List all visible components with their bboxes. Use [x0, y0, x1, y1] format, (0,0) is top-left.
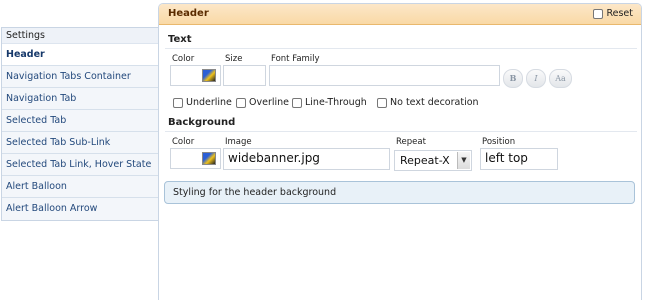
- background-image-label: Image: [225, 137, 252, 147]
- overline-option[interactable]: Overline: [236, 97, 289, 108]
- reset-label: Reset: [606, 8, 633, 19]
- text-section-title: Text: [168, 34, 192, 45]
- background-color-label: Color: [172, 137, 195, 147]
- background-section-title: Background: [168, 117, 236, 128]
- text-color-field[interactable]: [170, 65, 221, 86]
- background-position-input[interactable]: left top: [480, 148, 558, 170]
- checkbox-icon[interactable]: [173, 97, 183, 108]
- background-repeat-value: Repeat-X: [400, 154, 450, 167]
- property-description: Styling for the header background: [164, 181, 635, 204]
- chevron-down-icon[interactable]: ▼: [457, 152, 470, 169]
- background-image-input[interactable]: widebanner.jpg: [223, 148, 390, 170]
- sidebar-item-selected-tab-link-hover[interactable]: Selected Tab Link, Hover State: [2, 154, 158, 176]
- line-through-label: Line-Through: [305, 97, 367, 108]
- text-case-button[interactable]: Aa: [549, 69, 572, 88]
- text-color-label: Color: [172, 54, 195, 64]
- bold-button[interactable]: B: [503, 69, 523, 88]
- text-size-label: Size: [225, 54, 243, 64]
- text-section-divider: [165, 48, 637, 49]
- line-through-option[interactable]: Line-Through: [292, 97, 367, 108]
- checkbox-icon[interactable]: [292, 97, 302, 108]
- sidebar-item-alert-balloon[interactable]: Alert Balloon: [2, 176, 158, 198]
- sidebar-item-selected-tab-sub-link[interactable]: Selected Tab Sub-Link: [2, 132, 158, 154]
- background-repeat-select[interactable]: Repeat-X ▼: [394, 150, 472, 171]
- sidebar: Settings Header Navigation Tabs Containe…: [1, 27, 158, 221]
- reset-control[interactable]: Reset: [593, 8, 633, 19]
- reset-checkbox[interactable]: [593, 8, 604, 19]
- checkbox-icon[interactable]: [236, 97, 246, 108]
- style-properties-panel: Header Reset Text Color Size Font Family…: [158, 3, 642, 300]
- panel-title: Header: [168, 8, 209, 19]
- sidebar-item-alert-balloon-arrow[interactable]: Alert Balloon Arrow: [2, 198, 158, 220]
- font-family-input[interactable]: [269, 65, 500, 86]
- panel-header: Header Reset: [159, 4, 641, 25]
- background-repeat-label: Repeat: [396, 137, 426, 147]
- italic-button[interactable]: I: [526, 69, 546, 88]
- sidebar-item-navigation-tabs-container[interactable]: Navigation Tabs Container: [2, 66, 158, 88]
- underline-option[interactable]: Underline: [173, 97, 232, 108]
- color-picker-icon[interactable]: [202, 69, 216, 82]
- overline-label: Overline: [249, 97, 289, 108]
- checkbox-icon[interactable]: [377, 97, 387, 108]
- sidebar-header: Settings: [2, 28, 158, 44]
- sidebar-item-selected-tab[interactable]: Selected Tab: [2, 110, 158, 132]
- underline-label: Underline: [186, 97, 232, 108]
- color-picker-icon[interactable]: [202, 152, 216, 165]
- no-decoration-option[interactable]: No text decoration: [377, 97, 479, 108]
- text-size-input[interactable]: [223, 65, 266, 86]
- background-section-divider: [165, 131, 637, 132]
- sidebar-item-header[interactable]: Header: [2, 44, 158, 66]
- sidebar-item-navigation-tab[interactable]: Navigation Tab: [2, 88, 158, 110]
- background-position-label: Position: [482, 137, 516, 147]
- font-family-label: Font Family: [271, 54, 320, 64]
- no-decoration-label: No text decoration: [390, 97, 479, 108]
- background-color-field[interactable]: [170, 148, 221, 169]
